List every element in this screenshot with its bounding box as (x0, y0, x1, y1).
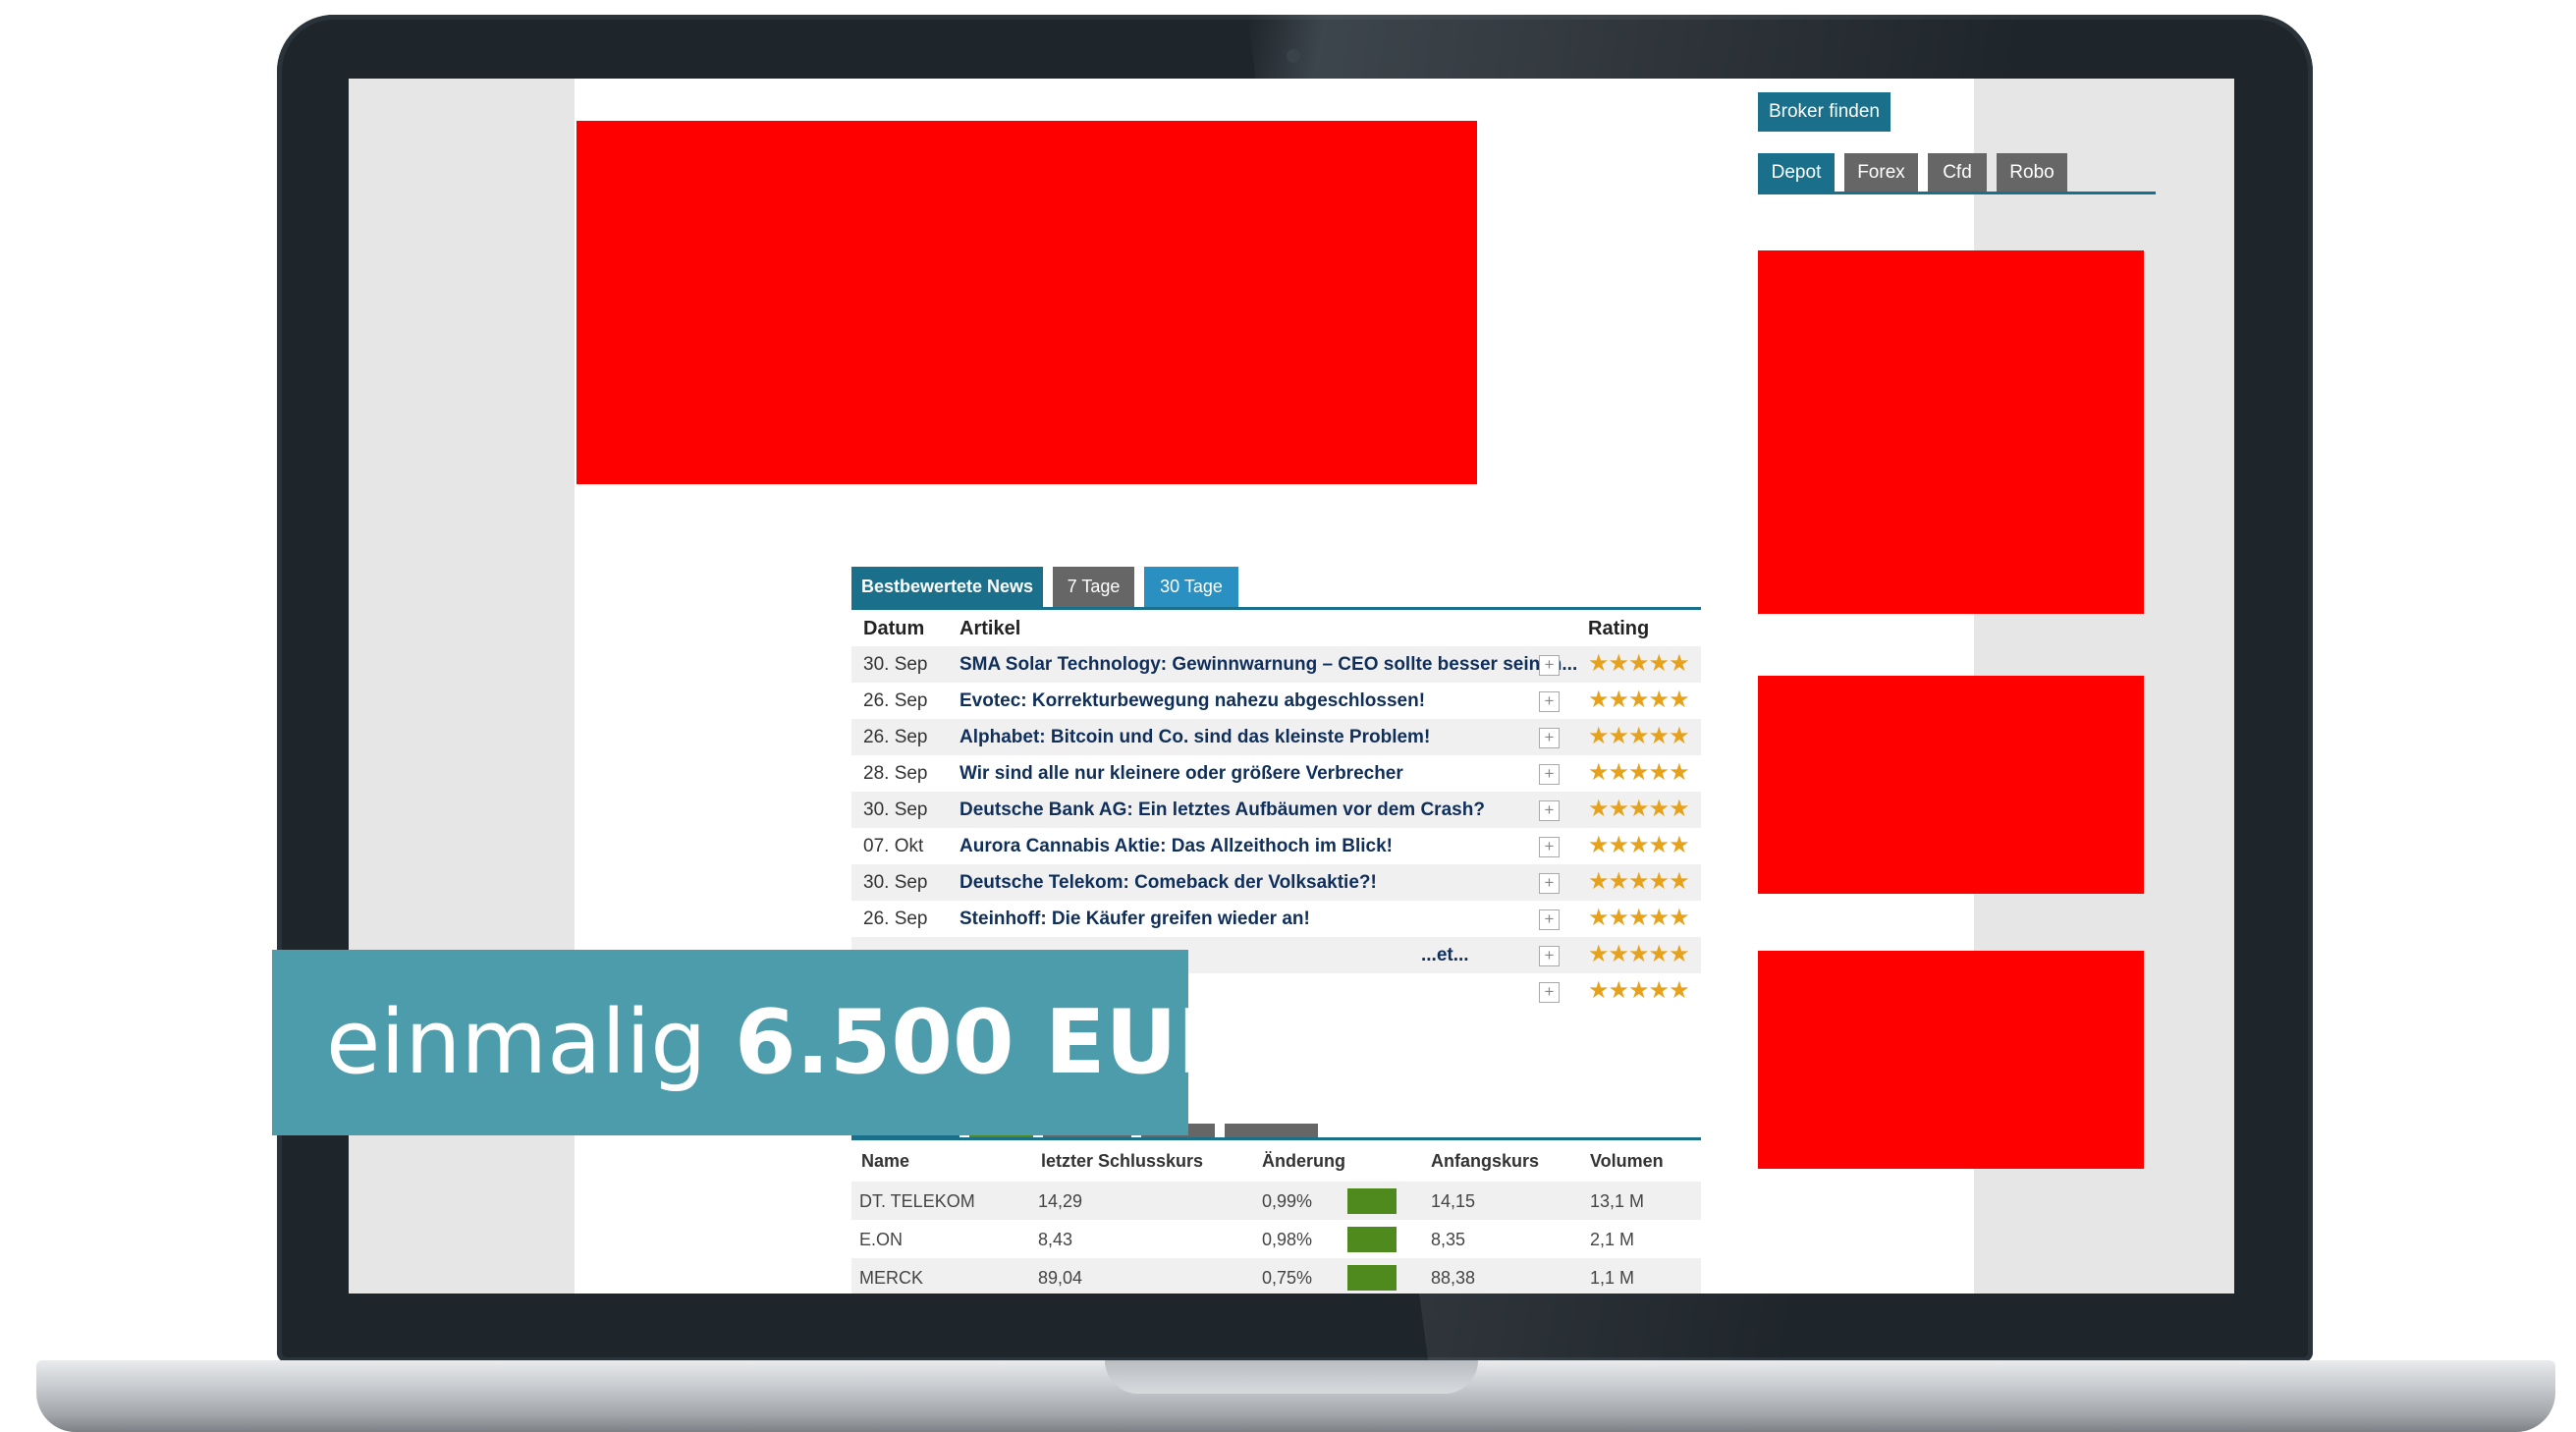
stock-table-header: Name letzter Schlusskurs Änderung Anfang… (851, 1140, 1701, 1182)
stock-volume: 1,1 M (1590, 1268, 1635, 1288)
stock-last: 89,04 (1038, 1268, 1083, 1288)
expand-plus-icon[interactable]: + (1539, 728, 1560, 748)
star-rating: ★★★★★ (1588, 687, 1690, 713)
row-date: 26. Sep (863, 909, 928, 929)
row-title-link[interactable]: Deutsche Telekom: Comeback der Volksakti… (959, 872, 1377, 894)
table-row[interactable]: MERCK 89,04 0,75% 88,38 1,1 M (851, 1258, 1701, 1294)
star-rating: ★★★★★ (1588, 832, 1690, 858)
row-title-link[interactable]: Deutsche Bank AG: Ein letztes Aufbäumen … (959, 799, 1485, 821)
price-banner: einmalig 6.500 EUR (272, 950, 1245, 1135)
row-date: 26. Sep (863, 727, 928, 747)
expand-plus-icon[interactable]: + (1539, 982, 1560, 1003)
star-rating: ★★★★★ (1588, 759, 1690, 786)
row-date: 07. Okt (863, 836, 924, 856)
star-rating: ★★★★★ (1588, 868, 1690, 895)
row-date: 30. Sep (863, 872, 928, 893)
stock-open: 8,35 (1431, 1230, 1466, 1249)
star-rating: ★★★★★ (1588, 796, 1690, 822)
table-row[interactable]: 07. Okt Aurora Cannabis Aktie: Das Allze… (851, 828, 1701, 864)
stock-change: 0,99% (1262, 1191, 1313, 1211)
row-title-link[interactable]: Evotec: Korrekturbewegung nahezu abgesch… (959, 690, 1425, 712)
row-title-link[interactable]: Alphabet: Bitcoin und Co. sind das klein… (959, 727, 1430, 748)
row-title-link[interactable]: SMA Solar Technology: Gewinnwarnung – CE… (959, 654, 1577, 676)
stock-volume: 13,1 M (1590, 1191, 1645, 1211)
expand-plus-icon[interactable]: + (1539, 873, 1560, 894)
price-label: einmalig 6.500 EUR (326, 950, 1245, 1135)
expand-plus-icon[interactable]: + (1539, 909, 1560, 930)
stock-last: 8,43 (1038, 1230, 1073, 1249)
table-row[interactable]: 30. Sep SMA Solar Technology: Gewinnwarn… (851, 646, 1701, 683)
column-change: Änderung (1262, 1151, 1345, 1171)
change-bar (1347, 1227, 1397, 1252)
laptop-notch (1105, 1360, 1478, 1394)
column-rating: Rating (1588, 618, 1650, 639)
tab-bestbewertete-news[interactable]: Bestbewertete News (851, 567, 1043, 607)
change-bar (1347, 1188, 1397, 1214)
tab-30-tage[interactable]: 30 Tage (1144, 567, 1238, 607)
expand-plus-icon[interactable]: + (1539, 655, 1560, 676)
table-row[interactable]: DT. TELEKOM 14,29 0,99% 14,15 13,1 M (851, 1182, 1701, 1220)
row-title-link[interactable]: Steinhoff: Die Käufer greifen wieder an! (959, 909, 1310, 930)
table-row[interactable]: 26. Sep Evotec: Korrekturbewegung nahezu… (851, 683, 1701, 719)
stock-open: 14,15 (1431, 1191, 1476, 1211)
star-rating: ★★★★★ (1588, 941, 1690, 967)
column-datum: Datum (863, 618, 925, 639)
stock-volume: 2,1 M (1590, 1230, 1635, 1249)
row-date: 26. Sep (863, 690, 928, 711)
ad-sidebar-1[interactable] (1758, 250, 2144, 614)
column-volume: Volumen (1590, 1151, 1664, 1171)
tab-robo[interactable]: Robo (1997, 153, 2067, 193)
camera-icon (1287, 49, 1300, 63)
stock-change: 0,98% (1262, 1230, 1313, 1249)
table-row[interactable]: E.ON 8,43 0,98% 8,35 2,1 M (851, 1220, 1701, 1258)
star-rating: ★★★★★ (1588, 905, 1690, 931)
price-amount: 6.500 EUR (735, 991, 1245, 1094)
column-name: Name (861, 1151, 910, 1171)
row-title-link[interactable]: ...et... (1421, 945, 1469, 966)
broker-finden-button[interactable]: Broker finden (1758, 92, 1891, 132)
row-title-link[interactable]: Aurora Cannabis Aktie: Das Allzeithoch i… (959, 836, 1393, 857)
tab-depot[interactable]: Depot (1758, 153, 1835, 193)
change-bar (1347, 1265, 1397, 1291)
table-row[interactable]: 26. Sep Alphabet: Bitcoin und Co. sind d… (851, 719, 1701, 755)
column-last-close: letzter Schlusskurs (1041, 1151, 1204, 1171)
stock-open: 88,38 (1431, 1268, 1476, 1288)
expand-plus-icon[interactable]: + (1539, 837, 1560, 857)
star-rating: ★★★★★ (1588, 723, 1690, 749)
row-date: 28. Sep (863, 763, 928, 784)
expand-plus-icon[interactable]: + (1539, 691, 1560, 712)
price-prefix: einmalig (326, 991, 707, 1094)
ad-sidebar-3[interactable] (1758, 951, 2144, 1169)
row-date: 30. Sep (863, 799, 928, 820)
stock-name[interactable]: DT. TELEKOM (859, 1191, 975, 1212)
table-row[interactable]: 30. Sep Deutsche Bank AG: Ein letztes Au… (851, 792, 1701, 828)
row-title-link[interactable]: Wir sind alle nur kleinere oder größere … (959, 763, 1403, 785)
table-row[interactable]: 30. Sep Deutsche Telekom: Comeback der V… (851, 864, 1701, 901)
stock-name[interactable]: MERCK (859, 1268, 923, 1289)
expand-plus-icon[interactable]: + (1539, 946, 1560, 966)
table-row[interactable]: 28. Sep Wir sind alle nur kleinere oder … (851, 755, 1701, 792)
column-artikel: Artikel (959, 618, 1021, 639)
column-open: Anfangskurs (1431, 1151, 1540, 1171)
news-table-header: Datum Artikel Rating (851, 610, 1701, 646)
sidebar-tabs-underline (1758, 192, 2156, 194)
star-rating: ★★★★★ (1588, 977, 1690, 1004)
tab-7-tage[interactable]: 7 Tage (1053, 567, 1134, 607)
expand-plus-icon[interactable]: + (1539, 764, 1560, 785)
expand-plus-icon[interactable]: + (1539, 800, 1560, 821)
stock-last: 14,29 (1038, 1191, 1083, 1211)
ad-banner-top[interactable] (576, 121, 1477, 484)
star-rating: ★★★★★ (1588, 650, 1690, 677)
tab-cfd[interactable]: Cfd (1928, 153, 1987, 193)
stock-change: 0,75% (1262, 1268, 1313, 1288)
table-row[interactable]: 26. Sep Steinhoff: Die Käufer greifen wi… (851, 901, 1701, 937)
tab-forex[interactable]: Forex (1844, 153, 1918, 193)
stock-name[interactable]: E.ON (859, 1230, 903, 1250)
ad-sidebar-2[interactable] (1758, 676, 2144, 894)
row-date: 30. Sep (863, 654, 928, 675)
